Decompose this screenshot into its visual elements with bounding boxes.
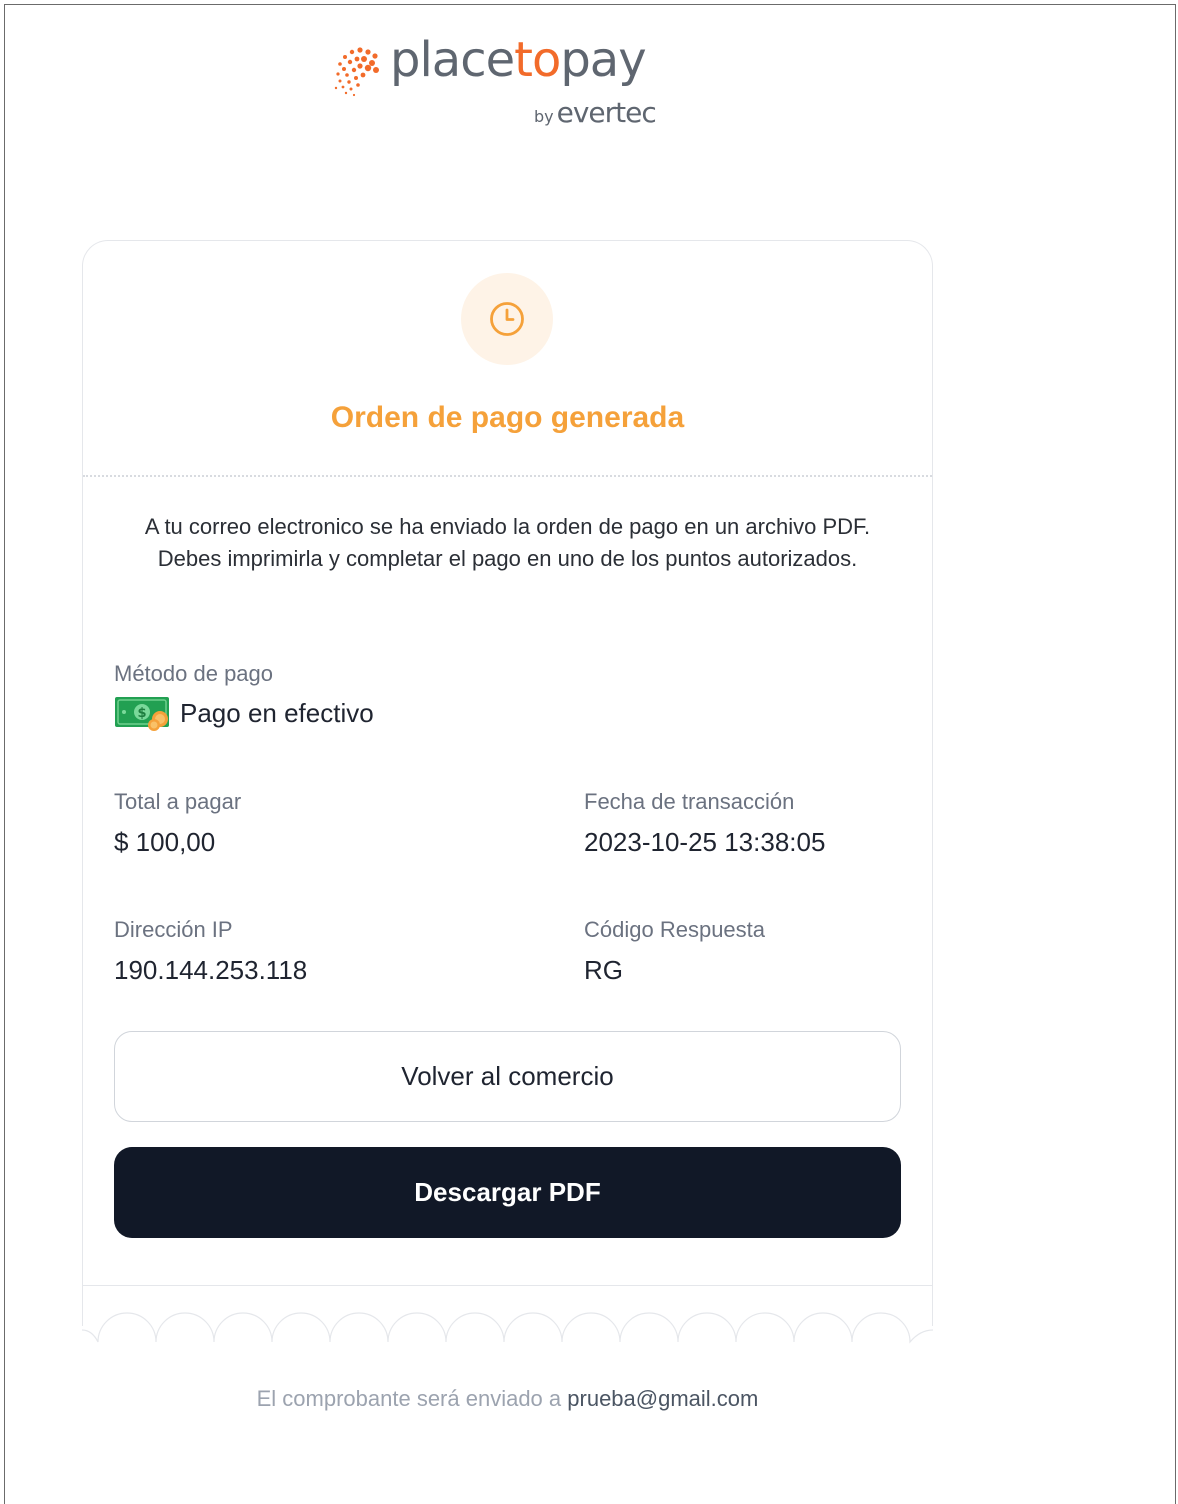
- logo-wordmark: placetopay: [390, 32, 647, 88]
- placetopay-logo: placetopay by evertec: [330, 32, 690, 140]
- ip-address-label: Dirección IP: [114, 917, 233, 942]
- receipt-email: prueba@gmail.com: [567, 1386, 759, 1411]
- back-to-merchant-button[interactable]: Volver al comercio: [114, 1031, 901, 1122]
- total-label: Total a pagar: [114, 789, 242, 814]
- ip-address-value: 190.144.253.118: [114, 955, 308, 985]
- receipt-notice-text: El comprobante será enviado a: [256, 1386, 568, 1411]
- logo-dots-icon: [334, 47, 379, 97]
- status-message: A tu correo electronico se ha enviado la…: [144, 514, 871, 571]
- payment-method-value: Pago en efectivo: [180, 697, 374, 728]
- response-code-value: RG: [584, 955, 623, 985]
- receipt-notice: El comprobante será enviado a prueba@gma…: [0, 1386, 1015, 1412]
- cash-icon: $: [115, 697, 169, 731]
- logo-byline: by evertec: [534, 96, 657, 129]
- payment-result-card: Orden de pago generada A tu correo elect…: [82, 240, 933, 1285]
- clock-icon: [490, 302, 524, 336]
- response-code-label: Código Respuesta: [584, 917, 766, 942]
- payment-method-label: Método de pago: [114, 661, 274, 686]
- svg-text:$: $: [137, 706, 146, 721]
- payment-method: $ Pago en efectivo: [114, 693, 374, 733]
- dotted-divider: [83, 475, 932, 477]
- transaction-date-value: 2023-10-25 13:38:05: [584, 827, 826, 857]
- download-pdf-button[interactable]: Descargar PDF: [114, 1147, 901, 1238]
- transaction-date-label: Fecha de transacción: [584, 789, 795, 814]
- status-icon-badge: [461, 273, 553, 365]
- status-title: Orden de pago generada: [330, 401, 685, 434]
- total-value: $ 100,00: [114, 827, 216, 857]
- ticket-scalloped-edge: [82, 1286, 933, 1344]
